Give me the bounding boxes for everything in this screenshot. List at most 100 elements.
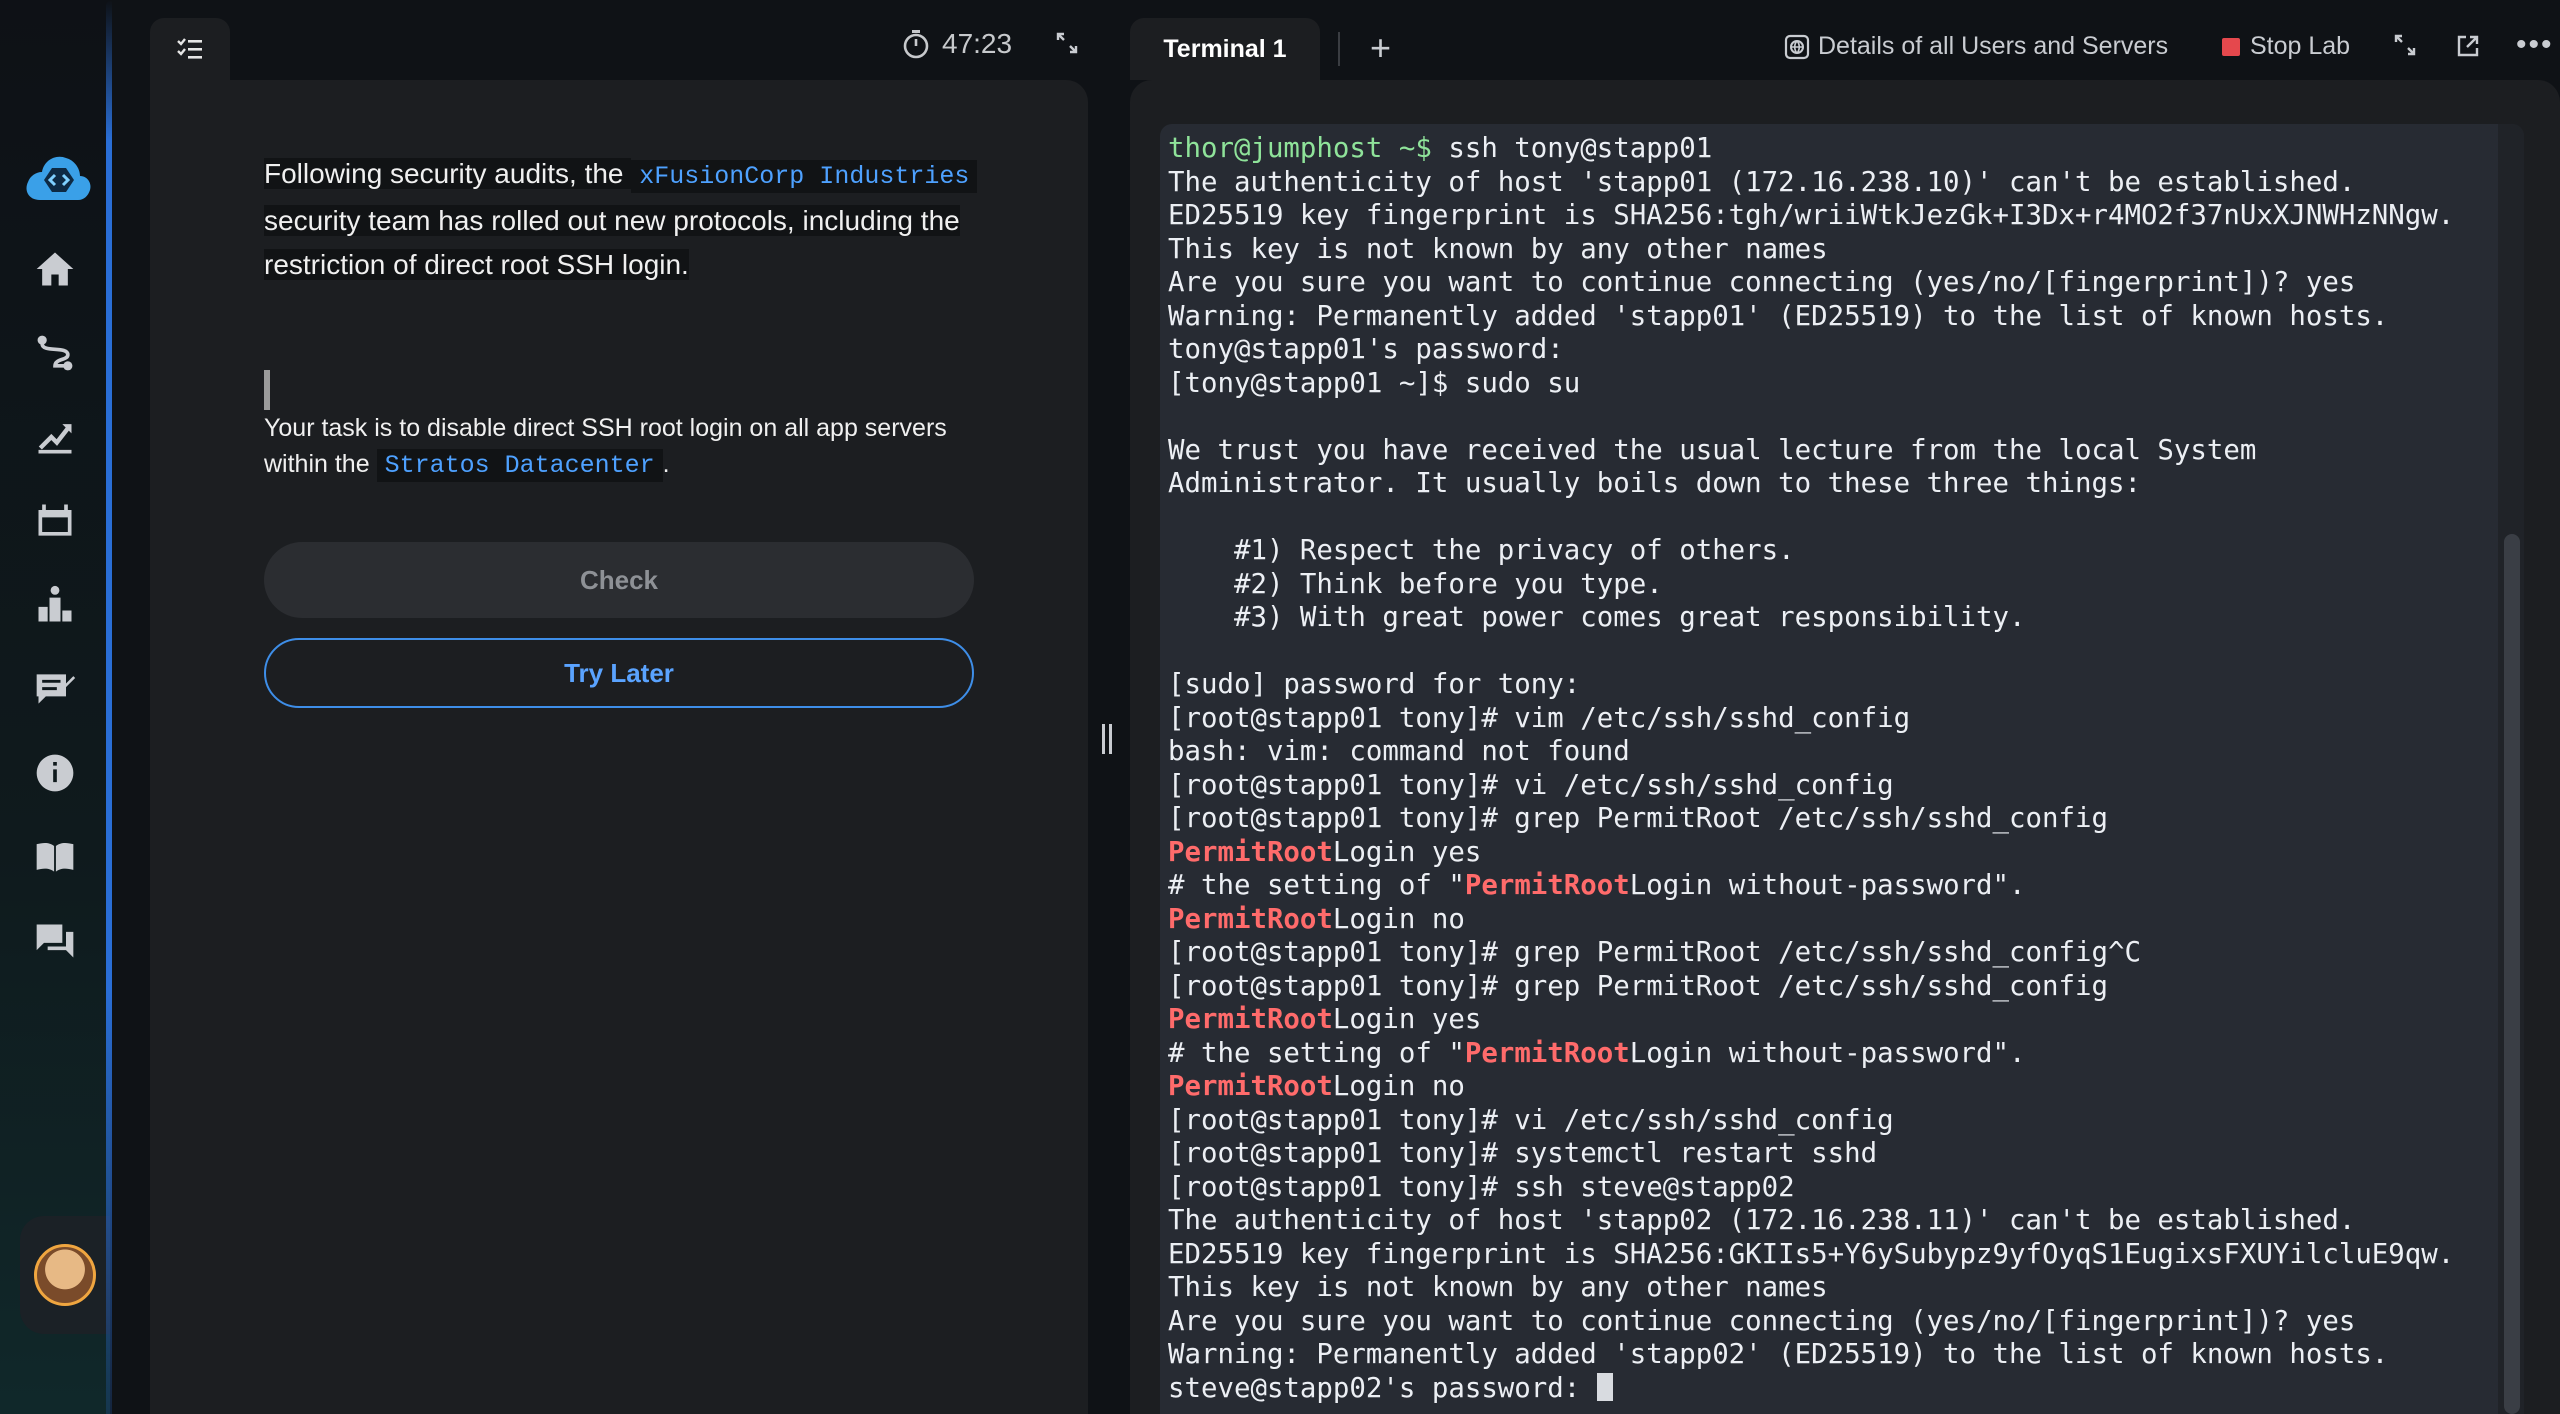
terminal-panel: Terminal 1 + Details of all Users and Se… — [1130, 0, 2560, 1414]
terminal-text: [root@stapp01 tony]# grep PermitRoot /et… — [1168, 937, 2141, 968]
terminal-line: [root@stapp01 tony]# systemctl restart s… — [1168, 1137, 2454, 1171]
fullscreen-icon[interactable] — [2394, 34, 2416, 56]
try-later-button[interactable]: Try Later — [264, 638, 974, 708]
terminal-line: PermitRootLogin yes — [1168, 836, 2454, 870]
terminal-text: The authenticity of host 'stapp02 (172.1… — [1168, 1205, 2356, 1236]
terminal-text: [root@stapp01 tony]# grep PermitRoot /et… — [1168, 803, 2108, 834]
expand-icon[interactable] — [1056, 32, 1078, 54]
terminal-line: PermitRootLogin no — [1168, 1070, 2454, 1104]
task-instruction-text: Your task is to disable direct SSH root … — [264, 410, 984, 484]
tab-divider — [1338, 32, 1340, 66]
terminal-line: [root@stapp01 tony]# grep PermitRoot /et… — [1168, 936, 2454, 970]
task-text-segment: . — [662, 450, 670, 478]
lab-timer: 47:23 — [902, 28, 1012, 60]
terminal-text: #2) Think before you type. — [1168, 568, 1663, 600]
terminal-line: [root@stapp01 tony]# vim /etc/ssh/sshd_c… — [1168, 702, 2454, 736]
terminal-scroll-thumb[interactable] — [2504, 534, 2520, 1414]
task-text-segment: security team has rolled out new protoco… — [264, 205, 960, 280]
more-options-icon[interactable]: ••• — [2516, 28, 2554, 62]
terminal-line: We trust you have received the usual lec… — [1168, 434, 2454, 468]
left-rail — [0, 0, 110, 1414]
terminal-text: We trust you have received the usual lec… — [1168, 434, 2257, 466]
open-external-icon[interactable] — [2456, 34, 2480, 58]
terminal-scrollbar[interactable] — [2498, 124, 2524, 1414]
terminal-text: This key is not known by any other names — [1168, 1272, 1828, 1303]
terminal-text: # the setting of " — [1168, 870, 1465, 901]
terminal-line: Warning: Permanently added 'stapp01' (ED… — [1168, 300, 2454, 334]
timer-value: 47:23 — [942, 28, 1013, 59]
rail-accent-edge — [106, 0, 112, 1414]
terminal-text: Login yes — [1332, 1004, 1482, 1035]
stop-lab-button[interactable]: Stop Lab — [2222, 32, 2350, 61]
globe-icon — [1784, 34, 1810, 59]
terminal-line: PermitRootLogin yes — [1168, 1003, 2454, 1037]
terminal-line: Warning: Permanently added 'stapp02' (ED… — [1168, 1338, 2454, 1372]
details-label: Details of all Users and Servers — [1818, 32, 2169, 60]
task-text-segment: Following security audits, the — [264, 158, 632, 189]
terminal-line: #1) Respect the privacy of others. — [1168, 534, 2454, 568]
terminal-text: The authenticity of host 'stapp01 (172.1… — [1168, 166, 2356, 198]
terminal-text: PermitRoot — [1168, 1071, 1333, 1102]
feedback-icon[interactable] — [31, 665, 79, 713]
terminal-container: thor@jumphost ~$ ssh tony@stapp01 The aut… — [1130, 80, 2560, 1414]
panel-resize-handle[interactable] — [1100, 724, 1114, 756]
terminal-text: [root@stapp01 tony]# vim /etc/ssh/sshd_c… — [1168, 702, 1911, 734]
terminal-line: [root@stapp01 tony]# grep PermitRoot /et… — [1168, 970, 2454, 1004]
check-button[interactable]: Check — [264, 542, 974, 618]
tab-terminal-1[interactable]: Terminal 1 — [1130, 18, 1320, 80]
terminal-text: steve@stapp02's password: — [1168, 1372, 1597, 1404]
route-icon[interactable] — [31, 329, 79, 377]
terminal-text: [root@stapp01 tony]# vi /etc/ssh/sshd_co… — [1168, 769, 1894, 801]
terminal-line: # the setting of "PermitRootLogin withou… — [1168, 1037, 2454, 1071]
terminal-cursor — [1596, 1372, 1613, 1401]
user-avatar-icon[interactable] — [34, 1244, 96, 1306]
book-icon[interactable] — [31, 833, 79, 881]
terminal-text: ssh tony@stapp01 — [1431, 133, 1713, 164]
terminal-text: [root@stapp01 tony]# ssh steve@stapp02 — [1168, 1171, 1795, 1203]
task-description-panel: Following security audits, the xFusionCo… — [150, 80, 1088, 1414]
terminal-output: thor@jumphost ~$ ssh tony@stapp01 The aut… — [1168, 132, 2454, 1405]
terminal-line: [root@stapp01 tony]# vi /etc/ssh/sshd_co… — [1168, 769, 2454, 803]
terminal-text: PermitRoot — [1464, 870, 1630, 901]
terminal-text: #1) Respect the privacy of others. — [1168, 535, 1795, 566]
company-code-label: xFusionCorp Industries — [631, 160, 978, 193]
terminal-text: PermitRoot — [1168, 1004, 1333, 1035]
terminal-text: #3) With great power comes great respons… — [1168, 602, 2026, 633]
terminal-line: [root@stapp01 tony]# vi /etc/ssh/sshd_co… — [1168, 1104, 2454, 1138]
terminal-line: [root@stapp01 tony]# ssh steve@stapp02 — [1168, 1171, 2454, 1205]
add-tab-icon[interactable]: + — [1370, 30, 1391, 66]
task-list-icon — [177, 38, 202, 59]
chat-icon[interactable] — [31, 917, 79, 965]
sidebar-nav — [0, 245, 110, 965]
terminal-text: [root@stapp01 tony]# systemctl restart s… — [1168, 1138, 1878, 1169]
details-button[interactable]: Details of all Users and Servers — [1784, 32, 2168, 61]
terminal-line: Administrator. It usually boils down to … — [1168, 467, 2454, 501]
terminal-line: Are you sure you want to continue connec… — [1168, 1305, 2454, 1339]
terminal-text: PermitRoot — [1168, 903, 1333, 935]
terminal-line: thor@jumphost ~$ ssh tony@stapp01 — [1168, 132, 2454, 166]
terminal-screen[interactable]: thor@jumphost ~$ ssh tony@stapp01 The aut… — [1160, 124, 2524, 1414]
user-menu[interactable] — [20, 1216, 110, 1334]
stopwatch-icon — [903, 30, 929, 59]
terminal-line: This key is not known by any other names — [1168, 1271, 2454, 1305]
terminal-line: bash: vim: command not found — [1168, 735, 2454, 769]
terminal-line: #3) With great power comes great respons… — [1168, 601, 2454, 635]
terminal-text: Warning: Permanently added 'stapp01' (ED… — [1168, 300, 2389, 332]
cloud-code-icon[interactable] — [22, 150, 94, 206]
home-icon[interactable] — [31, 245, 79, 293]
terminal-line: The authenticity of host 'stapp01 (172.1… — [1168, 166, 2454, 200]
progress-chart-icon[interactable] — [31, 413, 79, 461]
task-panel: 47:23 Following security audits, the xFu… — [150, 0, 1088, 1414]
leaderboard-icon[interactable] — [31, 581, 79, 629]
labs-icon[interactable] — [31, 497, 79, 545]
task-intro-text: Following security audits, the xFusionCo… — [264, 152, 984, 287]
terminal-text: Are you sure you want to continue connec… — [1168, 1305, 2356, 1337]
task-list-tab[interactable] — [150, 18, 230, 80]
terminal-line: [root@stapp01 tony]# grep PermitRoot /et… — [1168, 802, 2454, 836]
terminal-text: Login no — [1332, 1071, 1465, 1102]
terminal-text: [tony@stapp01 ~]$ sudo su — [1168, 367, 1581, 399]
info-icon[interactable] — [31, 749, 79, 797]
terminal-text: [sudo] password for tony: — [1168, 669, 1581, 700]
